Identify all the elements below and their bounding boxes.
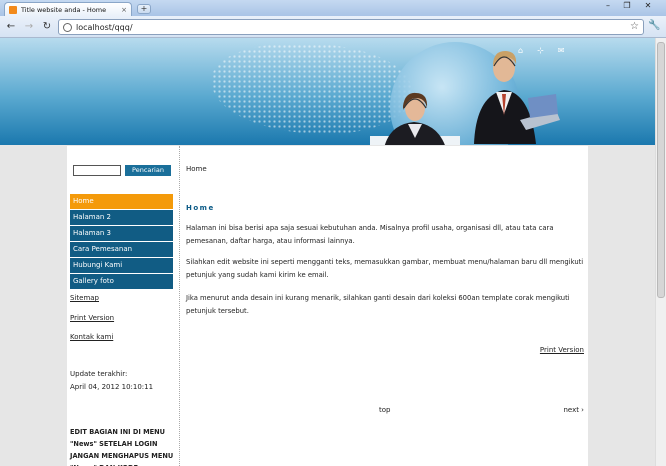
search-input[interactable]	[73, 165, 121, 176]
tab-close-icon[interactable]: ×	[120, 6, 128, 14]
update-date: April 04, 2012 10:10:11	[70, 383, 154, 391]
address-bar[interactable]: localhost/qqq/ ☆	[58, 19, 644, 35]
header-icons: ⌂ ⊹ ✉	[518, 46, 564, 55]
top-link[interactable]: top	[379, 406, 390, 414]
main-content: Home Home Halaman ini bisa berisi apa sa…	[181, 146, 588, 466]
contact-link[interactable]: Kontak kami	[70, 333, 113, 341]
page-title: Home	[186, 204, 215, 212]
wrench-icon[interactable]: 🔧	[648, 20, 660, 31]
sidebar: Pencarian Home Halaman 2 Halaman 3 Cara …	[67, 146, 180, 466]
home-icon[interactable]: ⌂	[518, 46, 523, 55]
content-paragraph-2: Silahkan edit website ini seperti mengga…	[186, 258, 584, 279]
update-label: Update terakhir:	[70, 370, 128, 378]
menu-item-home[interactable]: Home	[70, 194, 173, 209]
browser-tab[interactable]: Title website anda - Home ×	[4, 2, 132, 16]
back-button[interactable]: ←	[4, 20, 18, 34]
sitemap-icon[interactable]: ⊹	[537, 46, 544, 55]
browser-toolbar: ← → ↻ localhost/qqq/ ☆ 🔧	[0, 16, 666, 38]
page-body: Pencarian Home Halaman 2 Halaman 3 Cara …	[67, 146, 588, 466]
restore-button[interactable]: ❐	[619, 0, 635, 12]
tab-title: Title website anda - Home	[21, 5, 107, 14]
woman-headset-photo	[370, 92, 460, 145]
favicon-icon	[9, 5, 17, 14]
menu-item-gallery-foto[interactable]: Gallery foto	[70, 274, 173, 289]
menu-item-hubungi-kami[interactable]: Hubungi Kami	[70, 258, 173, 273]
menu-item-halaman-3[interactable]: Halaman 3	[70, 226, 173, 241]
content-paragraph-3: Jika menurut anda desain ini kurang mena…	[186, 294, 570, 315]
close-window-button[interactable]: ✕	[640, 0, 656, 12]
next-link[interactable]: next ›	[563, 406, 584, 414]
search-button[interactable]: Pencarian	[125, 165, 171, 176]
print-version-link[interactable]: Print Version	[70, 314, 114, 322]
menu-item-cara-pemesanan[interactable]: Cara Pemesanan	[70, 242, 173, 257]
mail-icon[interactable]: ✉	[558, 46, 565, 55]
sitemap-link[interactable]: Sitemap	[70, 294, 99, 302]
site-header: ⌂ ⊹ ✉	[0, 38, 655, 145]
bookmark-star-icon[interactable]: ☆	[630, 21, 639, 32]
man-laptop-photo	[474, 51, 560, 144]
menu-item-halaman-2[interactable]: Halaman 2	[70, 210, 173, 225]
minimize-button[interactable]: –	[600, 0, 616, 12]
main-menu: Home Halaman 2 Halaman 3 Cara Pemesanan …	[70, 194, 173, 290]
scrollbar-thumb[interactable]	[657, 42, 665, 298]
content-paragraph-1: Halaman ini bisa berisi apa saja sesuai …	[186, 224, 554, 245]
breadcrumb: Home	[186, 165, 207, 173]
page-info-icon[interactable]	[63, 22, 72, 32]
forward-button[interactable]: →	[22, 20, 36, 34]
print-version-link-content[interactable]: Print Version	[540, 346, 584, 354]
page-viewport: ⌂ ⊹ ✉ Pencarian Home Halaman 2 Halaman 3…	[0, 38, 655, 466]
reload-button[interactable]: ↻	[40, 20, 54, 34]
url-text: localhost/qqq/	[76, 22, 133, 32]
new-tab-button[interactable]: +	[137, 4, 151, 14]
browser-titlebar: Title website anda - Home × + – ❐ ✕	[0, 0, 666, 16]
news-note: EDIT BAGIAN INI DI MENU "News" SETELAH L…	[70, 428, 174, 466]
vertical-scrollbar[interactable]	[655, 38, 666, 466]
